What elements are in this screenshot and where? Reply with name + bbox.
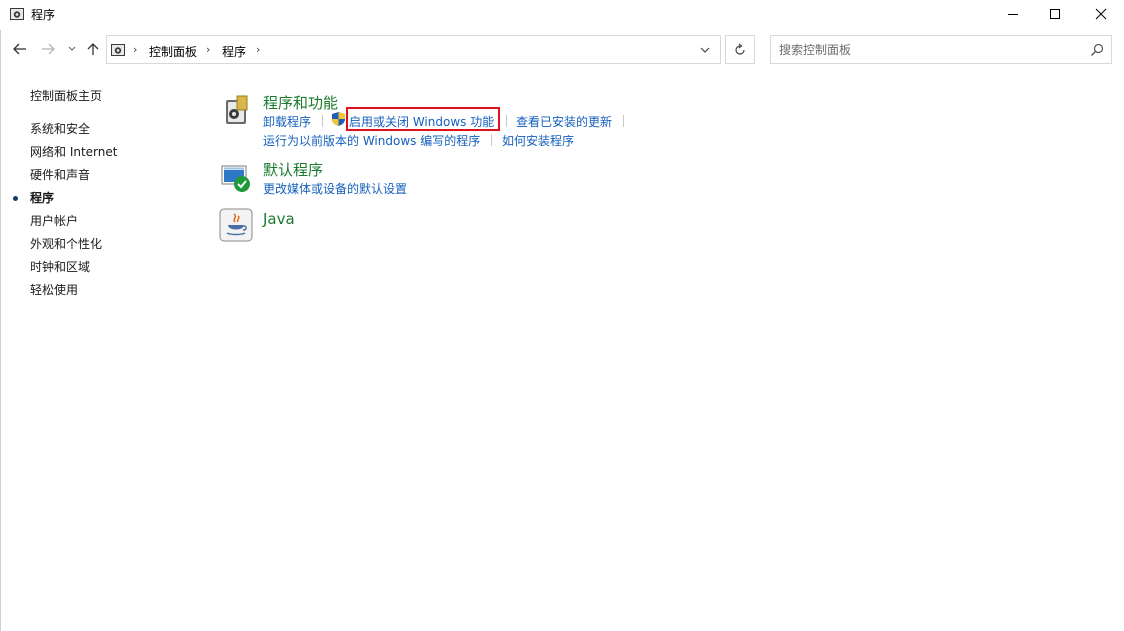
close-button[interactable] (1078, 0, 1124, 28)
default-programs-title[interactable]: 默认程序 (263, 159, 323, 180)
sidebar-item-programs[interactable]: 程序 (30, 189, 54, 206)
breadcrumb-control-panel[interactable]: 控制面板 (149, 43, 197, 60)
programs-features-title[interactable]: 程序和功能 (263, 92, 338, 113)
search-box[interactable] (770, 35, 1112, 64)
search-input[interactable] (779, 41, 1079, 59)
default-programs-icon[interactable] (220, 162, 252, 194)
sidebar-item-hardware-sound[interactable]: 硬件和声音 (30, 166, 90, 183)
maximize-button[interactable] (1032, 0, 1078, 28)
shield-icon (331, 111, 346, 127)
close-icon (1095, 8, 1107, 20)
how-to-install-link[interactable]: 如何安装程序 (502, 132, 574, 149)
breadcrumb-chevron-icon[interactable]: › (133, 43, 137, 56)
current-item-bullet (13, 196, 18, 201)
java-title[interactable]: Java (263, 210, 295, 228)
installed-updates-link[interactable]: 查看已安装的更新 (516, 113, 612, 130)
sidebar-item-ease-of-access[interactable]: 轻松使用 (30, 281, 78, 298)
sidebar-item-network[interactable]: 网络和 Internet (30, 143, 117, 160)
sidebar-item-clock-region[interactable]: 时钟和区域 (30, 258, 90, 275)
refresh-icon (735, 43, 745, 55)
link-separator (322, 115, 323, 127)
minimize-button[interactable] (990, 0, 1036, 28)
sidebar-item-system-security[interactable]: 系统和安全 (30, 120, 90, 137)
arrow-right-icon (42, 43, 55, 55)
breadcrumb-chevron-icon[interactable]: › (206, 43, 210, 56)
uninstall-program-link[interactable]: 卸载程序 (263, 113, 311, 130)
programs-features-icon[interactable] (220, 94, 252, 126)
chevron-down-icon (68, 46, 76, 51)
chevron-down-icon (700, 47, 710, 53)
minimize-icon (1008, 14, 1018, 15)
sidebar-item-user-accounts[interactable]: 用户帐户 (30, 212, 78, 229)
compatibility-link[interactable]: 运行为以前版本的 Windows 编写的程序 (263, 132, 480, 149)
link-separator (506, 115, 507, 127)
arrow-up-icon (87, 43, 99, 55)
window-left-border (0, 30, 1, 631)
navigation-bar: › 控制面板 › 程序 › (0, 33, 1124, 65)
sidebar-item-appearance[interactable]: 外观和个性化 (30, 235, 102, 252)
maximize-icon (1050, 9, 1060, 19)
back-button[interactable] (10, 39, 30, 59)
sidebar-item-home[interactable]: 控制面板主页 (30, 87, 102, 104)
control-panel-icon (110, 42, 126, 58)
window-title: 程序 (31, 8, 56, 22)
breadcrumb-programs[interactable]: 程序 (222, 43, 246, 60)
recent-locations-button[interactable] (64, 39, 80, 59)
breadcrumb-chevron-icon[interactable]: › (256, 43, 260, 56)
media-defaults-link[interactable]: 更改媒体或设备的默认设置 (263, 180, 407, 197)
java-icon[interactable] (219, 208, 253, 242)
forward-button[interactable] (38, 39, 58, 59)
link-separator (491, 134, 492, 146)
title-bar: 程序 (0, 0, 1124, 30)
refresh-button[interactable] (725, 35, 755, 64)
control-panel-icon (9, 6, 25, 22)
link-separator (623, 115, 624, 127)
highlight-box (346, 107, 500, 131)
address-dropdown-button[interactable] (699, 43, 717, 57)
search-icon[interactable] (1090, 43, 1104, 60)
up-button[interactable] (84, 39, 102, 59)
address-bar[interactable]: › 控制面板 › 程序 › (106, 35, 721, 64)
arrow-left-icon (13, 43, 26, 55)
